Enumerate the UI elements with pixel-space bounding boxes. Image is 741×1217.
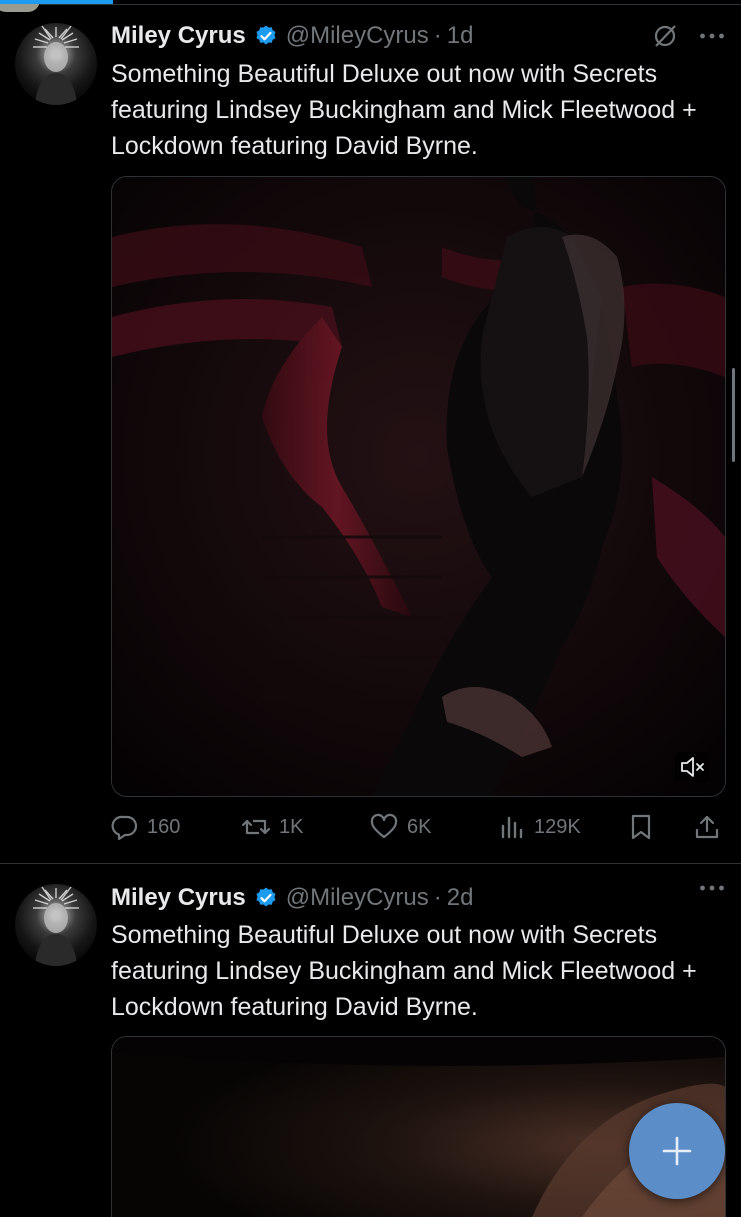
bookmark-button[interactable] <box>628 810 654 844</box>
reply-button[interactable]: 160 <box>111 810 180 844</box>
repost-count: 1K <box>279 815 304 838</box>
tweet-image[interactable] <box>111 1036 726 1217</box>
more-icon[interactable] <box>699 32 725 40</box>
tweet-actions: 160 1K 6K 129K <box>111 810 726 844</box>
views-icon <box>501 816 523 839</box>
like-count: 6K <box>407 815 432 838</box>
views-button[interactable]: 129K <box>498 810 581 844</box>
reply-icon <box>111 815 138 841</box>
tweet-video[interactable] <box>111 176 726 797</box>
author-handle[interactable]: @MileyCyrus <box>286 22 429 50</box>
scrollbar-thumb[interactable] <box>732 368 735 462</box>
share-button[interactable] <box>693 810 721 844</box>
separator-dot: · <box>433 884 442 911</box>
plus-icon <box>662 1136 692 1166</box>
timestamp[interactable]: 1d <box>447 22 474 50</box>
avatar[interactable] <box>15 23 97 105</box>
tweet-text: Something Beautiful Deluxe out now with … <box>111 60 697 160</box>
more-icon[interactable] <box>699 884 725 892</box>
like-button[interactable]: 6K <box>369 810 431 844</box>
tweet-text: Something Beautiful Deluxe out now with … <box>111 921 697 1021</box>
author-name[interactable]: Miley Cyrus <box>111 884 246 912</box>
repost-icon <box>241 819 271 835</box>
repost-button[interactable]: 1K <box>241 810 303 844</box>
separator-dot: · <box>433 22 442 49</box>
tweet[interactable]: Miley Cyrus @MileyCyrus · 1d Something B… <box>0 18 741 864</box>
top-divider <box>40 4 741 5</box>
views-count: 129K <box>534 815 581 838</box>
tweet-divider <box>0 863 741 864</box>
share-icon <box>695 815 719 839</box>
bookmark-icon <box>631 814 651 840</box>
author-handle[interactable]: @MileyCyrus <box>286 884 429 912</box>
avatar[interactable] <box>15 884 97 966</box>
tweet-header: Miley Cyrus @MileyCyrus · 2d <box>111 880 725 916</box>
grok-icon[interactable] <box>651 22 679 50</box>
timestamp[interactable]: 2d <box>447 884 474 912</box>
verified-badge-icon <box>256 887 276 907</box>
tweet-header: Miley Cyrus @MileyCyrus · 1d <box>111 18 725 54</box>
mute-icon[interactable] <box>675 752 709 782</box>
compose-button[interactable] <box>629 1103 725 1199</box>
reply-count: 160 <box>147 815 181 838</box>
verified-badge-icon <box>256 25 276 45</box>
author-name[interactable]: Miley Cyrus <box>111 22 246 50</box>
like-icon <box>370 813 398 839</box>
